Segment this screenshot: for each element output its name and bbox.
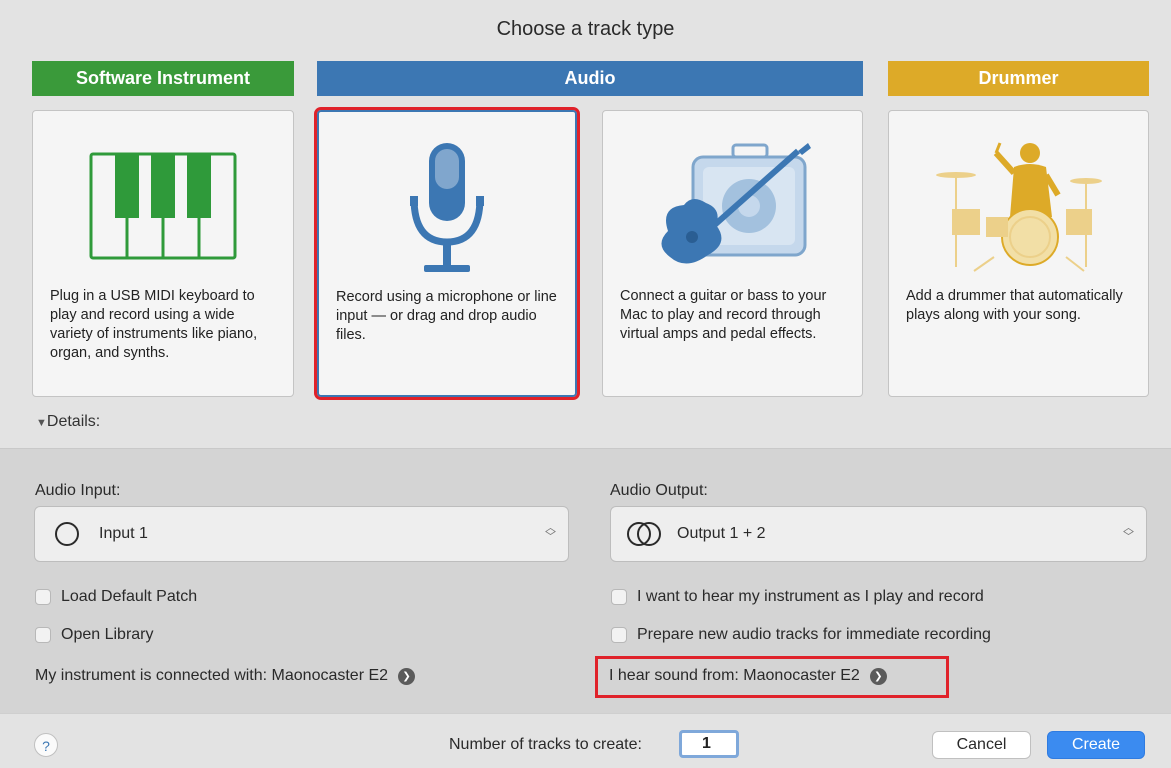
audio-output-value: Output 1 + 2	[677, 525, 766, 542]
mono-input-icon	[55, 522, 79, 546]
audio-input-select[interactable]: Input 1 ︿ ﹀	[34, 506, 569, 562]
hear-instrument-checkbox[interactable]: I want to hear my instrument as I play a…	[611, 588, 984, 606]
connection-text: My instrument is connected with: Maonoca…	[35, 667, 389, 684]
checkbox-label: Open Library	[61, 626, 154, 643]
checkbox-label: I want to hear my instrument as I play a…	[637, 588, 984, 605]
audio-input-value: Input 1	[99, 525, 148, 542]
details-label: Details:	[46, 413, 101, 430]
card-description: Add a drummer that automatically plays a…	[906, 288, 1123, 323]
select-arrows-icon: ︿ ﹀	[1123, 522, 1134, 543]
drummer-icon	[935, 141, 1102, 272]
checkbox-label: Prepare new audio tracks for immediate r…	[637, 626, 991, 643]
audio-output-select[interactable]: Output 1 + 2 ︿ ﹀	[610, 506, 1147, 562]
audio-input-label: Audio Input:	[35, 482, 121, 499]
card-microphone[interactable]: Record using a microphone or line input …	[314, 107, 580, 400]
number-of-tracks-label: Number of tracks to create:	[449, 736, 642, 753]
footer-bar: ? Number of tracks to create: 1 Cancel C…	[0, 713, 1171, 768]
card-drummer[interactable]: Add a drummer that automatically plays a…	[888, 110, 1149, 397]
disclosure-triangle-icon: ▼	[36, 417, 47, 429]
card-software-instrument[interactable]: Plug in a USB MIDI keyboard to play and …	[32, 110, 294, 397]
card-description: Plug in a USB MIDI keyboard to play and …	[50, 288, 258, 361]
instrument-connection-info: My instrument is connected with: Maonoca…	[35, 667, 416, 685]
load-default-patch-checkbox[interactable]: Load Default Patch	[35, 588, 197, 606]
card-guitar-bass[interactable]: Connect a guitar or bass to your Mac to …	[602, 110, 863, 397]
checkbox[interactable]	[611, 589, 627, 605]
select-arrows-icon: ︿ ﹀	[545, 522, 556, 543]
guitar-amp-icon	[660, 142, 811, 264]
checkbox[interactable]	[35, 627, 51, 643]
tab-drummer[interactable]: Drummer	[888, 61, 1149, 96]
details-panel: Audio Input: Input 1 ︿ ﹀ Audio Output: Ou…	[0, 448, 1171, 714]
piano-keys-icon	[89, 152, 237, 260]
details-disclosure[interactable]: ▼Details:	[36, 413, 100, 431]
stereo-output-icon	[627, 522, 661, 546]
highlight-box	[595, 656, 949, 698]
checkbox[interactable]	[611, 627, 627, 643]
prepare-tracks-checkbox[interactable]: Prepare new audio tracks for immediate r…	[611, 626, 991, 644]
open-library-checkbox[interactable]: Open Library	[35, 626, 154, 644]
card-description: Connect a guitar or bass to your Mac to …	[620, 288, 827, 342]
create-button[interactable]: Create	[1047, 731, 1145, 759]
cancel-button[interactable]: Cancel	[932, 731, 1031, 759]
dialog-title: Choose a track type	[496, 18, 675, 40]
microphone-icon	[410, 142, 484, 272]
help-button[interactable]: ?	[34, 733, 58, 757]
tab-audio[interactable]: Audio	[317, 61, 863, 96]
audio-output-label: Audio Output:	[610, 482, 708, 499]
card-description: Record using a microphone or line input …	[336, 289, 557, 343]
number-of-tracks-input[interactable]: 1	[679, 730, 739, 758]
checkbox[interactable]	[35, 589, 51, 605]
go-arrow-icon[interactable]: ❯	[398, 667, 416, 685]
tab-software-instrument[interactable]: Software Instrument	[32, 61, 294, 96]
checkbox-label: Load Default Patch	[61, 588, 198, 605]
